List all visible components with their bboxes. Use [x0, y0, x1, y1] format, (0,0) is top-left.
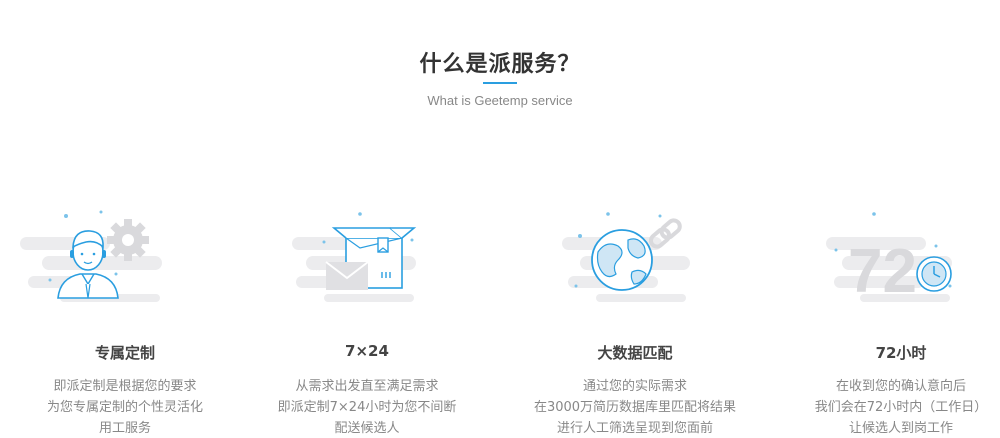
feature-description-line: 在3000万简历数据库里匹配将结果 — [533, 400, 737, 415]
section-title: 什么是派服务？ — [419, 52, 581, 77]
feature-description-line: 我们会在72小时内（工作日） — [814, 400, 988, 415]
72-hours-clock-icon: 72 — [776, 200, 1000, 320]
feature-description-line: 即派定制是根据您的要求 — [53, 379, 197, 394]
feature-card-72-hours: 72 72小时 在收到您的确认意向后 我们会在72小时内（工作日） 让候选人到岗… — [776, 200, 1000, 438]
feature-description: 从需求出发直至满足需求 即派定制7×24小时为您不间断 配送候选人 — [242, 376, 492, 438]
feature-title: 7×24 — [345, 342, 389, 360]
feature-description-line: 即派定制7×24小时为您不间断 — [277, 400, 457, 415]
feature-description-line: 让候选人到岗工作 — [848, 421, 953, 436]
feature-description-line: 为您专属定制的个性灵活化 — [46, 400, 203, 415]
customer-service-person-icon — [0, 200, 250, 320]
feature-description-line: 配送候选人 — [334, 421, 400, 436]
globe-link-icon — [510, 200, 760, 320]
feature-title: 专属定制 — [94, 344, 155, 362]
open-box-mail-icon — [242, 200, 492, 320]
feature-title: 大数据匹配 — [597, 344, 673, 362]
feature-description-line: 在收到您的确认意向后 — [835, 379, 966, 394]
feature-card-big-data: 大数据匹配 通过您的实际需求 在3000万简历数据库里匹配将结果 进行人工筛选呈… — [510, 200, 760, 438]
feature-description-line: 用工服务 — [98, 421, 151, 436]
title-underline — [483, 82, 517, 84]
feature-description: 通过您的实际需求 在3000万简历数据库里匹配将结果 进行人工筛选呈现到您面前 — [510, 376, 760, 438]
feature-card-custom: 专属定制 即派定制是根据您的要求 为您专属定制的个性灵活化 用工服务 — [0, 200, 250, 438]
feature-description-line: 进行人工筛选呈现到您面前 — [556, 421, 713, 436]
big-72-number: 72 — [848, 237, 917, 306]
feature-title: 72小时 — [875, 344, 927, 362]
feature-description: 即派定制是根据您的要求 为您专属定制的个性灵活化 用工服务 — [0, 376, 250, 438]
feature-description-line: 通过您的实际需求 — [582, 379, 687, 394]
feature-description: 在收到您的确认意向后 我们会在72小时内（工作日） 让候选人到岗工作 — [776, 376, 1000, 438]
feature-card-7x24: 7×24 从需求出发直至满足需求 即派定制7×24小时为您不间断 配送候选人 — [242, 200, 492, 438]
section-subtitle: What is Geetemp service — [427, 93, 573, 108]
feature-description-line: 从需求出发直至满足需求 — [295, 379, 439, 394]
